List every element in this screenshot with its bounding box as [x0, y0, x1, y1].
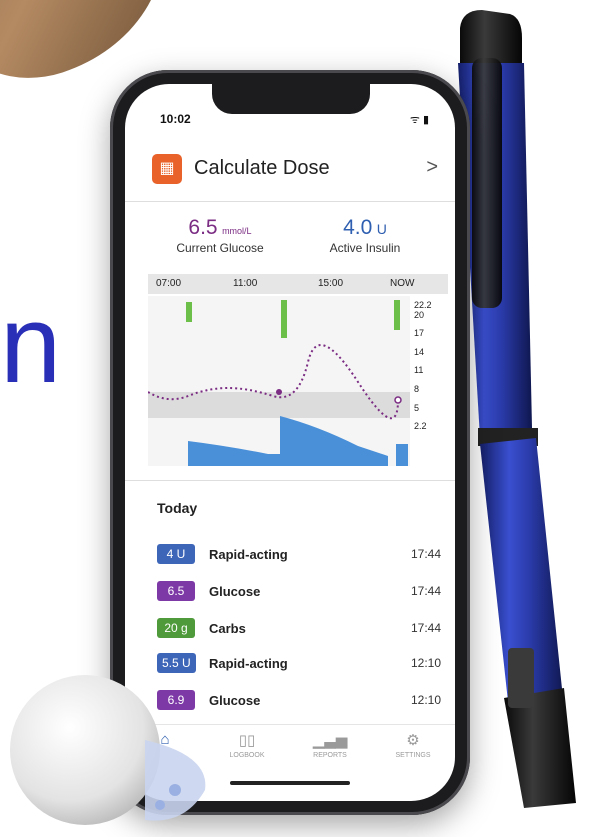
entry-time: 17:44 [410, 547, 441, 561]
glucose-unit: mmol/L [222, 226, 252, 236]
tab-label: REPORTS [313, 752, 347, 759]
glucose-point [276, 389, 282, 395]
calculate-dose-row[interactable]: ▦ Calculate Dose > [152, 152, 442, 188]
bolus-marker [394, 300, 400, 330]
current-glucose-metric: 6.5 mmol/L Current Glucose [150, 216, 290, 255]
insulin-area [396, 444, 408, 466]
chevron-right-icon: > [426, 156, 438, 178]
insulin-unit: U [376, 221, 387, 237]
y-tick: 5 [414, 403, 419, 413]
tab-label: SETTINGS [395, 752, 431, 759]
entry-badge: 6.5 [157, 581, 195, 601]
bolus-marker [281, 300, 287, 338]
divider [125, 480, 455, 481]
glucose-sensor [10, 675, 206, 825]
y-tick: 2.2 [414, 421, 427, 431]
gear-icon: ⚙ [406, 732, 420, 749]
timeline-bar: 07:00 11:00 15:00 NOW [148, 274, 448, 294]
time-label: NOW [390, 278, 415, 289]
y-tick: 17 [414, 328, 424, 338]
y-tick: 22.2 [414, 300, 432, 310]
entry-time: 17:44 [410, 621, 441, 635]
entry-time: 17:44 [410, 584, 441, 598]
entry-badge: 4 U [157, 544, 195, 564]
log-entry[interactable]: 20 g Carbs 17:44 [157, 618, 447, 640]
glucose-insulin-chart: 22.2 20 17 14 11 8 5 2.2 [148, 296, 432, 466]
divider [125, 201, 455, 202]
entry-time: 12:10 [410, 656, 441, 670]
insulin-value: 4.0 [343, 216, 373, 239]
entry-name: Carbs [209, 621, 246, 636]
tab-reports[interactable]: ▁▃▅ REPORTS [290, 731, 370, 759]
entry-name: Glucose [209, 584, 261, 599]
glucose-label: Current Glucose [176, 241, 264, 255]
time-label: 11:00 [233, 278, 258, 289]
y-tick: 20 [414, 310, 424, 320]
status-icons: ᯤ ▮ [409, 114, 429, 126]
background-letter: n [0, 283, 62, 406]
log-entry[interactable]: 6.5 Glucose 17:44 [157, 581, 447, 603]
glucose-value: 6.5 [188, 216, 218, 239]
active-insulin-metric: 4.0 U Active Insulin [295, 216, 435, 255]
y-tick: 11 [414, 365, 423, 375]
tab-label: LOGBOOK [229, 752, 265, 759]
log-entry[interactable]: 4 U Rapid-acting 17:44 [157, 544, 447, 566]
glucose-point [394, 396, 402, 404]
y-tick: 8 [414, 384, 419, 394]
time-label: 15:00 [318, 278, 344, 289]
entry-time: 12:10 [410, 693, 441, 707]
y-tick: 14 [414, 347, 424, 357]
entry-badge: 20 g [157, 618, 195, 638]
bolus-marker [186, 302, 192, 322]
calculator-icon: ▦ [152, 154, 182, 184]
calculate-dose-title: Calculate Dose [194, 157, 330, 179]
time-label: 07:00 [156, 278, 182, 289]
status-time: 10:02 [160, 112, 191, 126]
insulin-label: Active Insulin [329, 241, 401, 255]
home-indicator [230, 781, 350, 785]
tab-settings[interactable]: ⚙ SETTINGS [373, 731, 453, 759]
insulin-pen [458, 10, 576, 808]
phone-notch [212, 84, 370, 114]
bar-chart-icon: ▁▃▅ [312, 732, 348, 749]
entry-name: Rapid-acting [209, 547, 288, 562]
today-heading: Today [157, 500, 198, 516]
